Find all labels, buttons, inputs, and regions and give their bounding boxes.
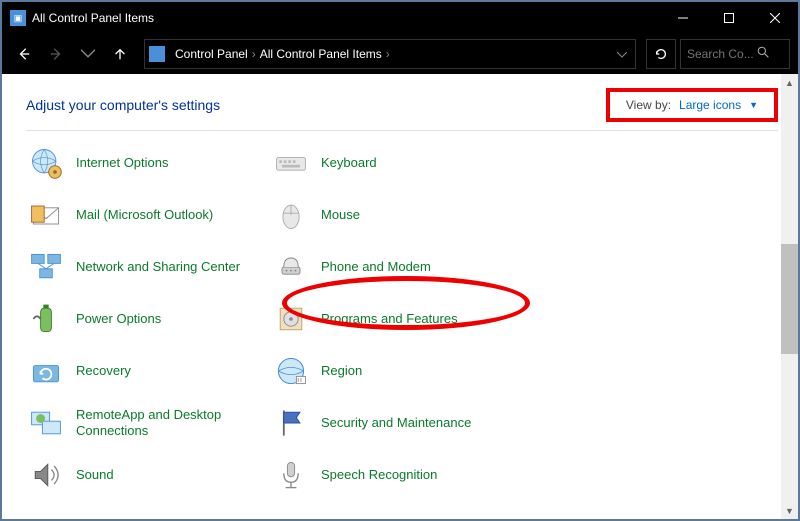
- item-phone-modem[interactable]: Phone and Modem: [267, 241, 512, 293]
- mail-icon: [26, 195, 66, 235]
- chevron-down-icon: ▼: [749, 100, 758, 110]
- window-controls: [660, 2, 798, 34]
- up-button[interactable]: [106, 40, 134, 68]
- scroll-thumb[interactable]: [781, 244, 798, 354]
- items-panel: Internet Options Mail (Microsoft Outlook…: [2, 131, 798, 511]
- viewby-highlight: View by: Large icons ▼: [606, 88, 778, 122]
- item-keyboard[interactable]: Keyboard: [267, 137, 512, 189]
- item-label: Phone and Modem: [321, 259, 431, 275]
- item-internet-options[interactable]: Internet Options: [22, 137, 267, 189]
- item-label: Region: [321, 363, 362, 379]
- item-programs-features[interactable]: Programs and Features: [267, 293, 512, 345]
- item-label: Keyboard: [321, 155, 377, 171]
- maximize-button[interactable]: [706, 2, 752, 34]
- remoteapp-icon: [26, 403, 66, 443]
- chevron-right-icon[interactable]: ›: [386, 47, 390, 61]
- viewby-value[interactable]: Large icons: [679, 98, 741, 112]
- item-sound[interactable]: Sound: [22, 449, 267, 501]
- breadcrumb-root[interactable]: Control Panel: [171, 47, 252, 61]
- item-label: Speech Recognition: [321, 467, 437, 483]
- scroll-up-button[interactable]: ▲: [781, 74, 798, 91]
- item-remoteapp[interactable]: RemoteApp and Desktop Connections: [22, 397, 267, 449]
- page-title: Adjust your computer's settings: [26, 97, 606, 113]
- titlebar: ▣ All Control Panel Items: [2, 2, 798, 34]
- address-bar[interactable]: Control Panel › All Control Panel Items …: [144, 39, 636, 69]
- item-label: Mouse: [321, 207, 360, 223]
- forward-button[interactable]: [42, 40, 70, 68]
- speech-icon: [271, 455, 311, 495]
- item-label: Programs and Features: [321, 311, 458, 327]
- item-network-sharing[interactable]: Network and Sharing Center: [22, 241, 267, 293]
- minimize-button[interactable]: [660, 2, 706, 34]
- item-speech-recognition[interactable]: Speech Recognition: [267, 449, 512, 501]
- item-label: Power Options: [76, 311, 161, 327]
- control-panel-icon: [149, 46, 165, 62]
- search-input[interactable]: [687, 47, 757, 61]
- toolbar: Control Panel › All Control Panel Items …: [2, 34, 798, 74]
- item-label: Recovery: [76, 363, 131, 379]
- scroll-down-button[interactable]: ▼: [781, 502, 798, 519]
- keyboard-icon: [271, 143, 311, 183]
- phone-icon: [271, 247, 311, 287]
- viewby-label: View by:: [626, 98, 671, 112]
- item-label: Network and Sharing Center: [76, 259, 240, 275]
- item-region[interactable]: Region: [267, 345, 512, 397]
- item-mouse[interactable]: Mouse: [267, 189, 512, 241]
- address-dropdown[interactable]: [613, 47, 631, 61]
- item-label: Mail (Microsoft Outlook): [76, 207, 213, 223]
- refresh-button[interactable]: [646, 39, 676, 69]
- region-icon: [271, 351, 311, 391]
- item-label: RemoteApp and Desktop Connections: [76, 407, 263, 438]
- back-button[interactable]: [10, 40, 38, 68]
- item-security-maintenance[interactable]: Security and Maintenance: [267, 397, 512, 449]
- item-recovery[interactable]: Recovery: [22, 345, 267, 397]
- close-button[interactable]: [752, 2, 798, 34]
- programs-icon: [271, 299, 311, 339]
- globe-gear-icon: [26, 143, 66, 183]
- content-header: Adjust your computer's settings View by:…: [2, 74, 798, 130]
- app-icon: ▣: [10, 10, 26, 26]
- item-label: Sound: [76, 467, 114, 483]
- item-power-options[interactable]: Power Options: [22, 293, 267, 345]
- recent-dropdown[interactable]: [74, 40, 102, 68]
- content-area: Adjust your computer's settings View by:…: [2, 74, 798, 519]
- item-mail[interactable]: Mail (Microsoft Outlook): [22, 189, 267, 241]
- sound-icon: [26, 455, 66, 495]
- power-battery-icon: [26, 299, 66, 339]
- view-by-control[interactable]: View by: Large icons ▼: [616, 94, 768, 116]
- mouse-icon: [271, 195, 311, 235]
- item-label: Security and Maintenance: [321, 415, 471, 431]
- scrollbar[interactable]: ▲ ▼: [781, 74, 798, 519]
- item-label: Internet Options: [76, 155, 169, 171]
- breadcrumb-current[interactable]: All Control Panel Items: [256, 47, 386, 61]
- security-flag-icon: [271, 403, 311, 443]
- recovery-icon: [26, 351, 66, 391]
- window-title: All Control Panel Items: [32, 11, 660, 25]
- search-box[interactable]: [680, 39, 790, 69]
- search-icon: [757, 46, 770, 62]
- network-icon: [26, 247, 66, 287]
